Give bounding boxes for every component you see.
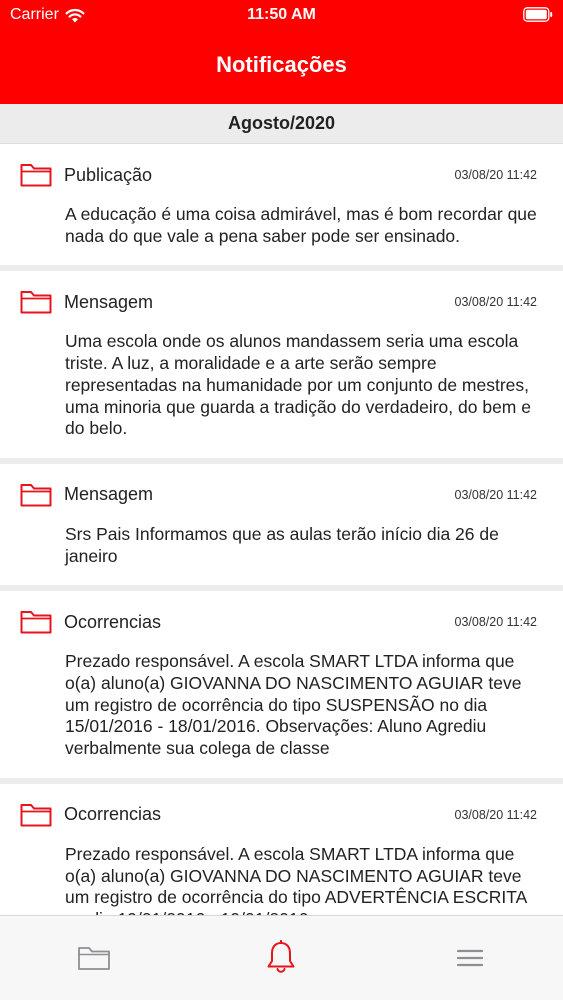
tab-bar — [0, 915, 563, 1000]
notification-date: 03/08/20 11:42 — [454, 807, 537, 822]
notification-header: Mensagem 03/08/20 11:42 — [20, 289, 537, 315]
notification-title: Ocorrencias — [64, 611, 162, 632]
notification-body: Prezado responsável. A escola SMART LTDA… — [65, 651, 522, 759]
folder-icon — [20, 291, 52, 314]
notification-body: Uma escola onde os alunos mandassem seri… — [65, 331, 531, 439]
tab-menu[interactable] — [450, 938, 490, 978]
folder-icon — [20, 164, 52, 187]
notification-header: Mensagem 03/08/20 11:42 — [20, 482, 537, 508]
notification-title: Mensagem — [64, 291, 154, 312]
notification-date: 03/08/20 11:42 — [454, 615, 537, 630]
notification-list[interactable]: Publicação 03/08/20 11:42 A educação é uma… — [0, 144, 563, 915]
notification-date: 03/08/20 11:42 — [454, 168, 537, 182]
app-header: Carrier 11:50 AM Notificações — [0, 0, 563, 104]
notification-title: Ocorrencias — [64, 804, 162, 825]
section-header: Agosto/2020 — [0, 104, 563, 144]
notification-body: Prezado responsável. A escola SMART LTDA… — [65, 843, 527, 915]
notification-title: Publicação — [64, 164, 153, 185]
tab-notifications[interactable] — [261, 938, 301, 978]
menu-icon — [456, 949, 484, 967]
bell-icon — [267, 940, 295, 973]
notification-date: 03/08/20 11:42 — [454, 487, 537, 502]
notification-item[interactable]: Mensagem 03/08/20 11:42 Srs Pais Informamo… — [0, 463, 563, 592]
notification-date: 03/08/20 11:42 — [454, 295, 537, 310]
notification-header: Ocorrencias 03/08/20 11:42 — [20, 802, 537, 828]
tab-folder[interactable] — [74, 938, 114, 978]
notification-body: A educação é uma coisa admirável, mas é … — [65, 204, 537, 246]
page-title: Notificações — [216, 52, 347, 77]
notification-body: Srs Pais Informamos que as aulas terão i… — [65, 523, 499, 566]
notification-header: Ocorrencias 03/08/20 11:42 — [20, 609, 537, 635]
notification-item[interactable]: Ocorrencias 03/08/20 11:42 Prezado respons… — [0, 591, 563, 784]
folder-icon — [78, 947, 110, 970]
status-bar: Carrier 11:50 AM — [0, 0, 563, 30]
status-time: 11:50 AM — [247, 6, 316, 23]
notification-item[interactable]: Mensagem 03/08/20 11:42 Uma escola onde os… — [0, 271, 563, 464]
folder-icon — [20, 803, 52, 827]
battery-icon — [523, 7, 553, 22]
notification-item[interactable]: Ocorrencias 03/08/20 11:42 Prezado respons… — [0, 783, 563, 915]
notification-item[interactable]: Publicação 03/08/20 11:42 A educação é uma… — [0, 144, 563, 272]
notification-title: Mensagem — [64, 484, 154, 505]
folder-icon — [20, 483, 52, 507]
notification-header: Publicação 03/08/20 11:42 — [20, 162, 537, 188]
folder-icon — [20, 611, 52, 634]
